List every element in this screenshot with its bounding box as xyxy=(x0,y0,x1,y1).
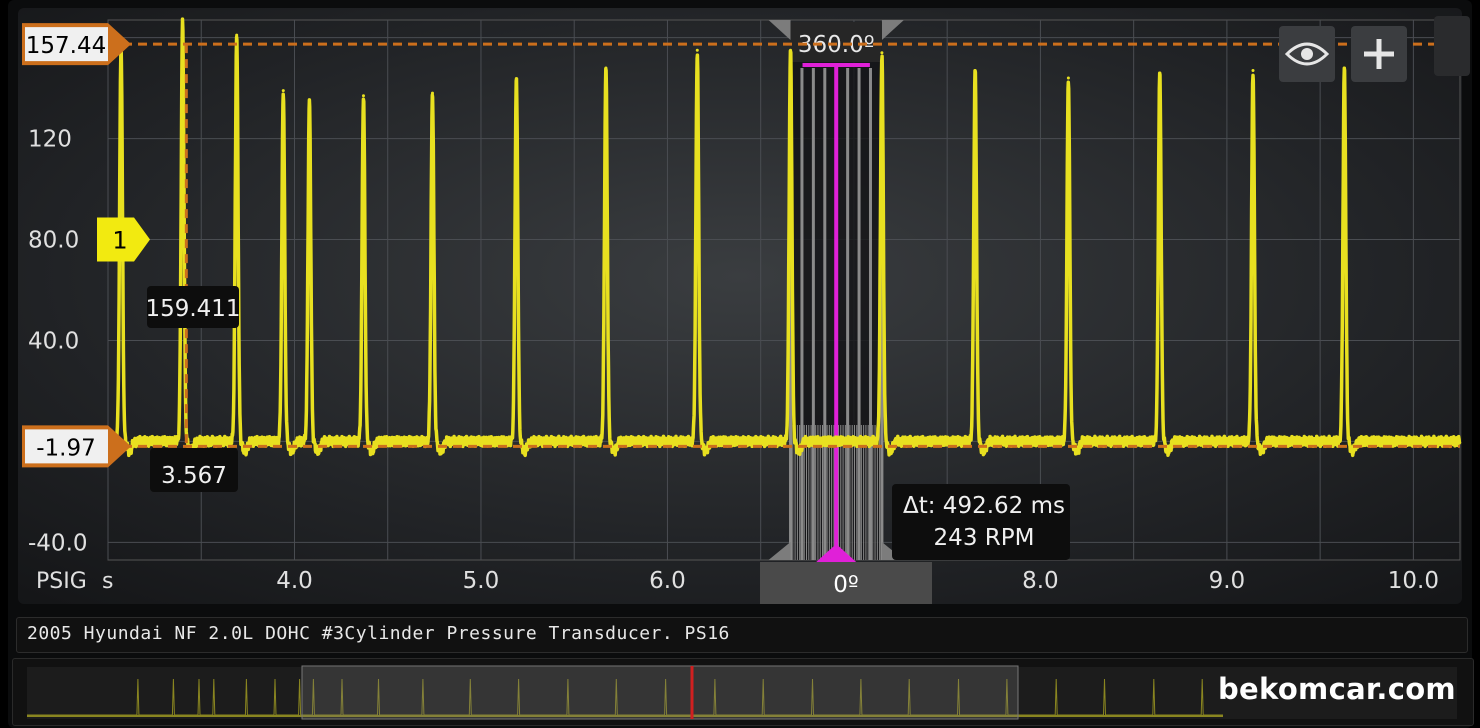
waveform-peak xyxy=(880,51,884,55)
channel-marker-label: 1 xyxy=(112,227,127,255)
lower-readout: 3.567 xyxy=(161,463,227,489)
side-panel-handle[interactable] xyxy=(1434,16,1470,76)
overview-window[interactable] xyxy=(301,665,1019,720)
waveform-peak xyxy=(1251,68,1255,72)
x-tick-label: 5.0 xyxy=(463,568,500,594)
waveform-peak xyxy=(430,91,434,95)
y-tick-label: 120 xyxy=(28,127,72,153)
x-axis-unit: s xyxy=(102,569,113,594)
waveform-peak xyxy=(789,48,793,52)
eye-icon xyxy=(1285,42,1329,66)
delta-time-readout: Δt: 492.62 ms xyxy=(903,493,1065,519)
waveform-peak xyxy=(973,68,977,72)
waveform-peak xyxy=(695,48,699,52)
upper-readout: 159.411 xyxy=(145,296,240,322)
waveform-peak xyxy=(361,94,365,98)
waveform-peak xyxy=(604,66,608,70)
y-axis-unit: PSIG xyxy=(36,569,87,594)
watermark: bekomcar.com xyxy=(1218,672,1456,706)
waveform-peak xyxy=(1158,71,1162,75)
waveform-chart[interactable]: 12080.040.0-40.0160 4.05.06.08.09.010.0 … xyxy=(0,0,1480,610)
waveform-peak xyxy=(307,99,311,103)
waveform-peak xyxy=(1342,66,1346,70)
x-tick-label: 6.0 xyxy=(649,568,686,594)
description-bar: 2005 Hyundai NF 2.0L DOHC #3Cylinder Pre… xyxy=(16,617,1468,653)
add-button[interactable] xyxy=(1351,26,1407,82)
x-tick-label: 9.0 xyxy=(1209,568,1246,594)
plus-icon xyxy=(1364,39,1394,69)
x-tick-label: 10.0 xyxy=(1388,568,1439,594)
y-tick-label: 80.0 xyxy=(28,228,79,254)
y-tick-label: 40.0 xyxy=(28,328,79,354)
h-cursor-label: 157.44 xyxy=(26,33,106,59)
x-tick-label: 8.0 xyxy=(1022,568,1059,594)
ruler-bottom-label: 0º xyxy=(833,572,858,598)
h-cursor-label: -1.97 xyxy=(36,435,96,461)
rpm-readout: 243 RPM xyxy=(934,525,1035,551)
waveform-peak xyxy=(181,21,185,25)
waveform-peak xyxy=(1066,76,1070,80)
waveform-peak xyxy=(235,33,239,37)
x-tick-label: 4.0 xyxy=(276,568,313,594)
y-tick-label: -40.0 xyxy=(28,530,88,556)
waveform-peak xyxy=(514,79,518,83)
waveform-description: 2005 Hyundai NF 2.0L DOHC #3Cylinder Pre… xyxy=(27,623,730,644)
waveform-peak xyxy=(281,89,285,93)
visibility-button[interactable] xyxy=(1279,26,1335,82)
